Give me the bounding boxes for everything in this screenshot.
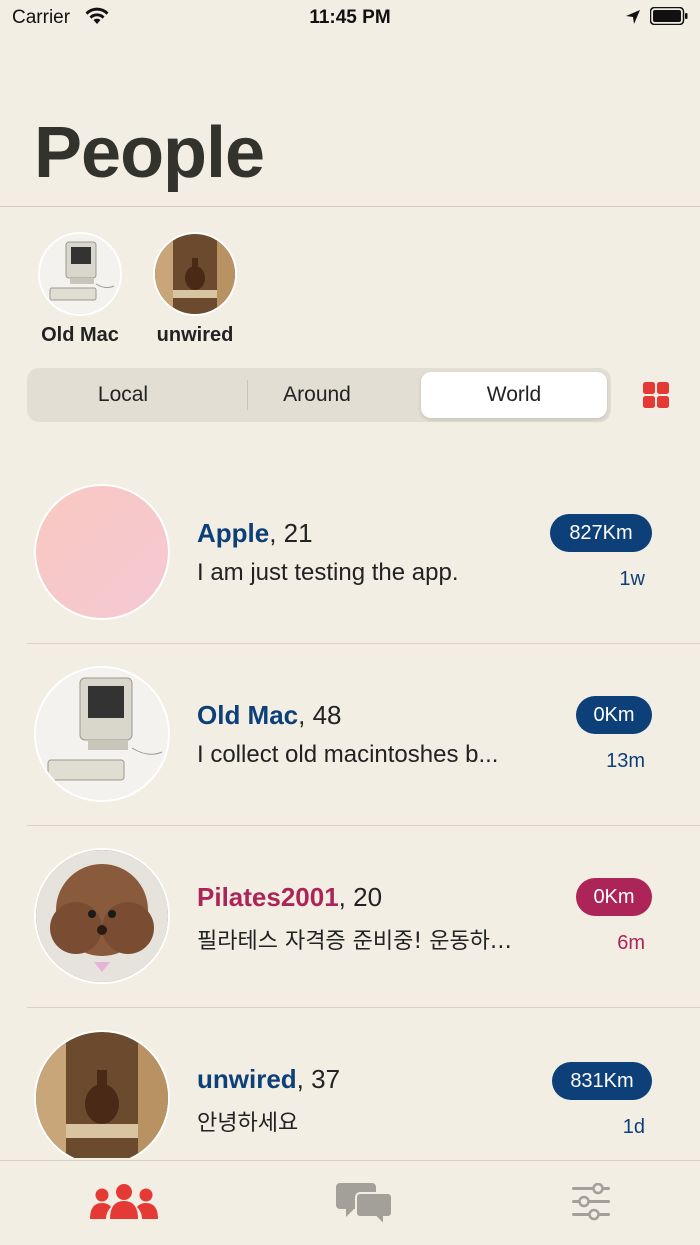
people-tab-icon[interactable] xyxy=(88,1183,160,1223)
grid-view-icon[interactable] xyxy=(642,381,670,409)
list-item[interactable]: Apple, 21 I am just testing the app. 827… xyxy=(27,462,700,644)
segment-around[interactable]: Around xyxy=(223,372,411,418)
story-avatar xyxy=(38,232,122,316)
distance-segment-control: Local Around World xyxy=(27,368,611,422)
name-age-line: Apple, 21 xyxy=(197,518,313,549)
avatar xyxy=(34,666,170,802)
location-arrow-icon xyxy=(626,10,640,24)
last-active-time: 6m xyxy=(617,932,645,954)
distance-badge: 0Km xyxy=(576,696,652,734)
person-age: , 48 xyxy=(298,700,342,730)
status-bar: Carrier 11:45 PM xyxy=(0,0,700,40)
last-active-time: 1w xyxy=(619,568,645,590)
title-divider xyxy=(0,206,700,207)
person-message: 안녕하세요 xyxy=(197,1111,299,1136)
name-age-line: Old Mac, 48 xyxy=(197,700,342,731)
last-active-time: 1d xyxy=(622,1116,645,1138)
clock: 11:45 PM xyxy=(309,7,391,28)
battery-icon xyxy=(650,7,688,25)
segment-world[interactable]: World xyxy=(421,372,607,418)
avatar xyxy=(34,1030,170,1158)
person-message: I am just testing the app. xyxy=(197,559,459,586)
vase-photo-icon xyxy=(155,234,235,314)
last-active-time: 13m xyxy=(606,750,645,772)
story-avatar xyxy=(153,232,237,316)
avatar xyxy=(34,484,170,620)
list-item[interactable]: unwired, 37 안녕하세요 831Km 1d xyxy=(27,1008,700,1158)
person-name: unwired xyxy=(197,1064,297,1094)
distance-badge: 827Km xyxy=(550,514,652,552)
person-name: Apple xyxy=(197,518,270,548)
poodle-photo-icon xyxy=(36,850,168,982)
story-unwired[interactable]: unwired xyxy=(145,232,245,347)
story-label: Old Mac xyxy=(41,324,119,346)
settings-tab-icon[interactable] xyxy=(570,1183,612,1221)
tab-bar xyxy=(0,1160,700,1245)
person-age: , 21 xyxy=(269,518,313,548)
distance-badge: 831Km xyxy=(552,1062,652,1100)
vase-photo-icon xyxy=(36,1032,168,1158)
person-message: I collect old macintoshes b... xyxy=(197,741,499,768)
person-name: Old Mac xyxy=(197,700,299,730)
list-item[interactable]: Old Mac, 48 I collect old macintoshes b.… xyxy=(27,644,700,826)
old-mac-computer-icon xyxy=(36,668,168,800)
avatar xyxy=(34,848,170,984)
story-label: unwired xyxy=(156,324,234,346)
chat-tab-icon[interactable] xyxy=(336,1179,394,1225)
page-title: People xyxy=(34,113,265,193)
story-old-mac[interactable]: Old Mac xyxy=(30,232,130,347)
person-name: Pilates2001 xyxy=(197,882,339,912)
list-item[interactable]: Pilates2001, 20 필라테스 자격증 준비중! 운동하… 0Km 6… xyxy=(27,826,700,1008)
person-message: 필라테스 자격증 준비중! 운동하… xyxy=(197,929,512,954)
name-age-line: Pilates2001, 20 xyxy=(197,882,382,913)
distance-badge: 0Km xyxy=(576,878,652,916)
person-age: , 37 xyxy=(296,1064,341,1094)
old-mac-computer-icon xyxy=(40,234,120,314)
segment-local[interactable]: Local xyxy=(31,372,215,418)
person-age: , 20 xyxy=(338,882,383,912)
name-age-line: unwired, 37 xyxy=(197,1064,340,1095)
